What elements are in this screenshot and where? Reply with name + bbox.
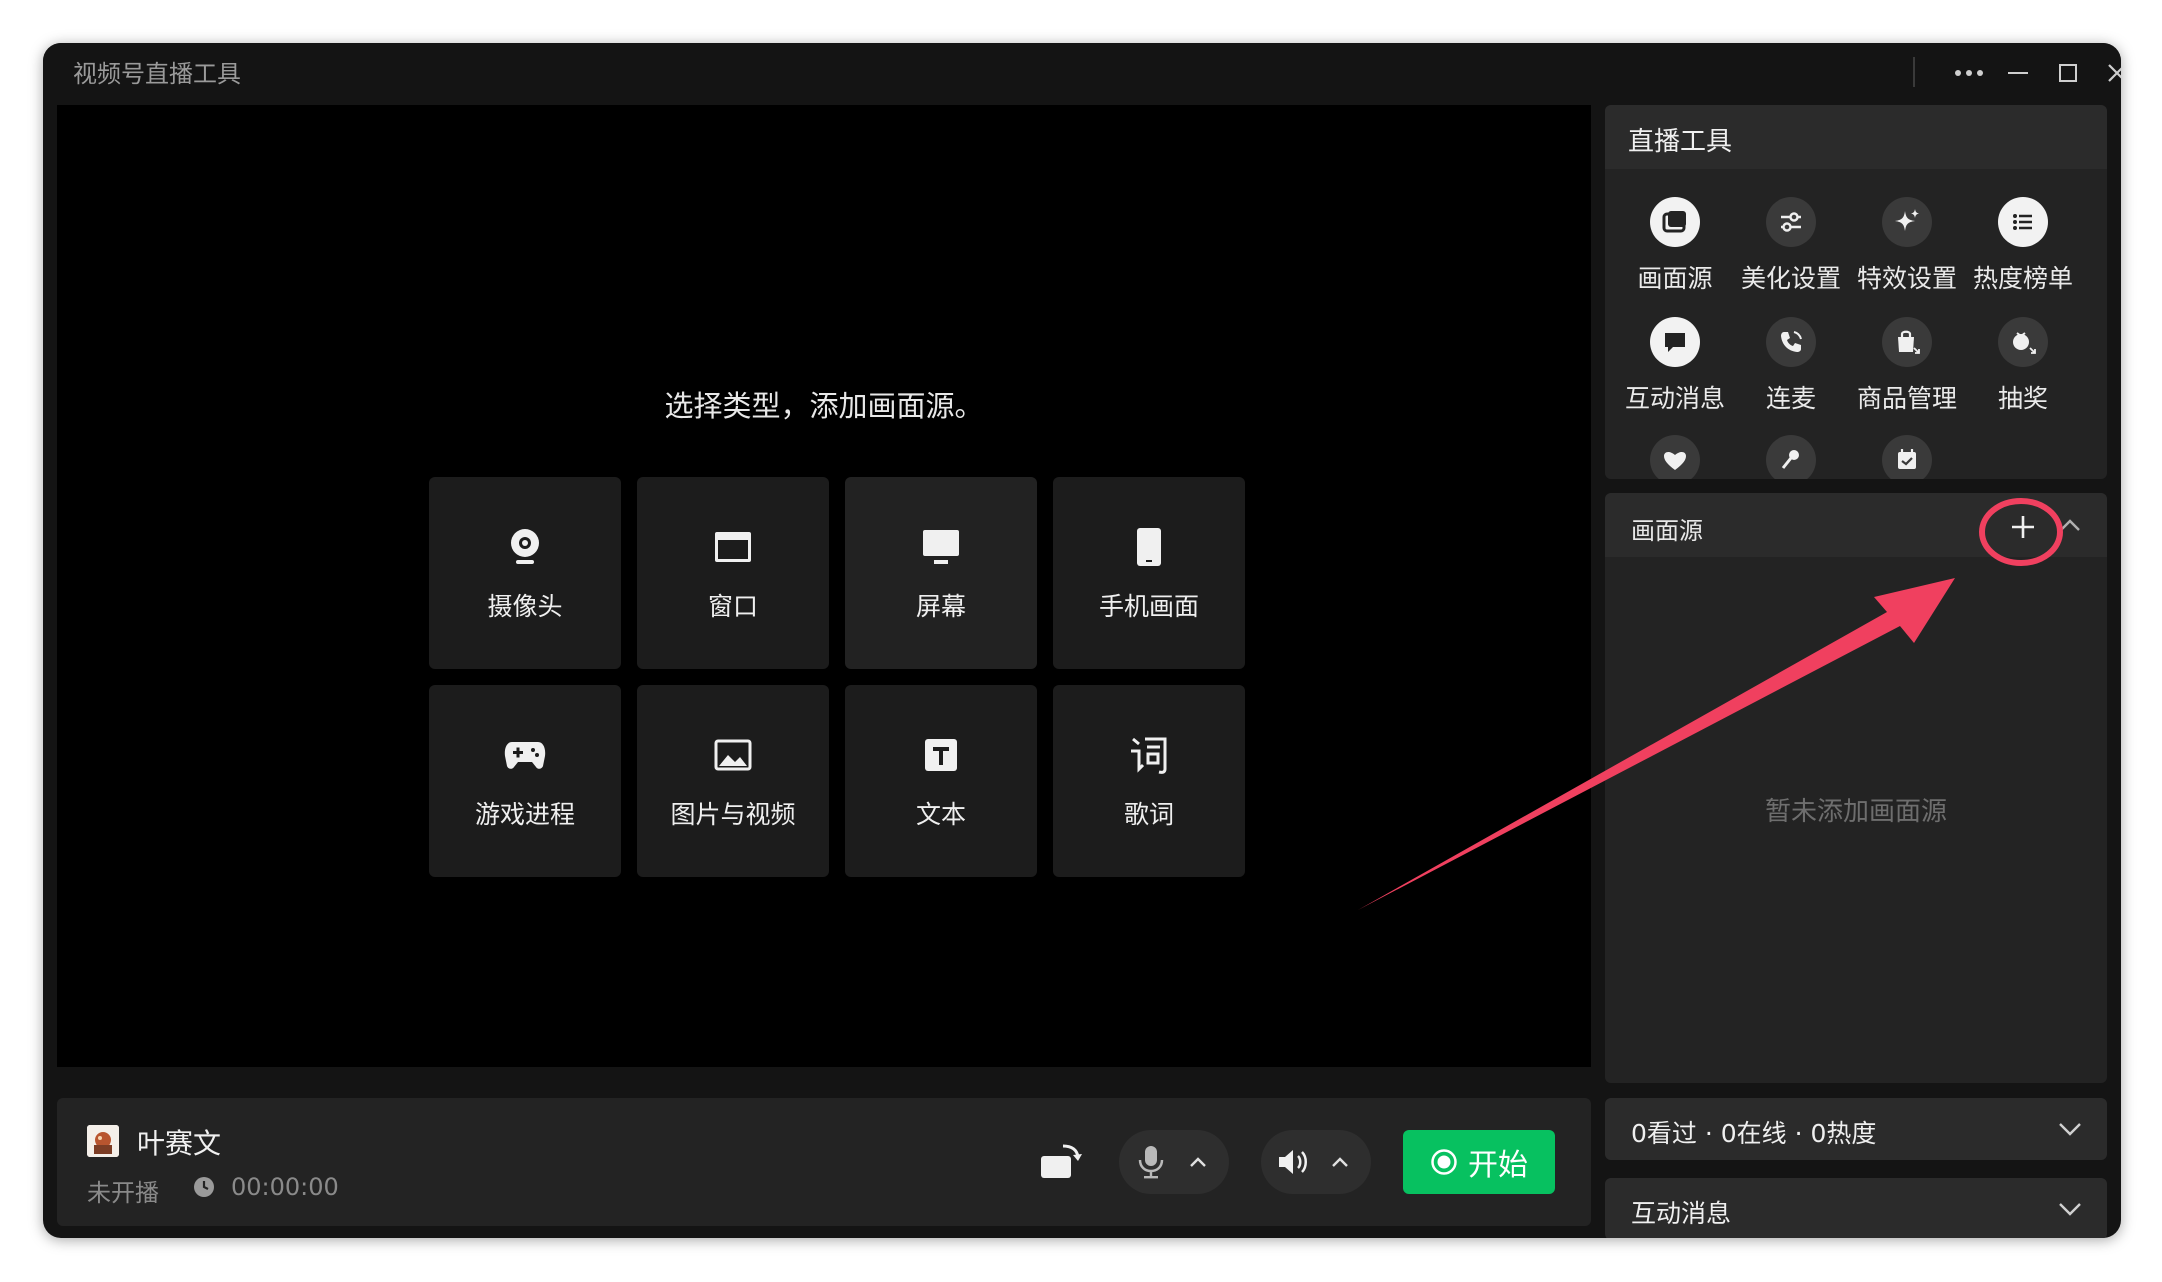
right-panel: 直播工具 画面源 美化设置 特效设置 热度榜单 互动消息 连麦 商品管理 抽奖 … [1605,105,2107,1238]
source-label: 游戏进程 [474,800,575,829]
add-source-button[interactable] [2003,507,2043,547]
source-label: 窗口 [707,592,758,621]
lyrics-icon [1053,733,1245,777]
title-divider [1913,57,1915,87]
tool-effects[interactable]: 特效设置 [1849,197,1965,303]
messages-title: 互动消息 [1631,1199,1732,1228]
source-panel-header: 画面源 [1605,493,2107,557]
close-icon[interactable] [2095,53,2121,93]
chevron-up-icon[interactable] [1187,1152,1209,1176]
heart-icon [1650,435,1700,479]
minimize-icon[interactable] [1996,53,2040,93]
speaker-icon [1275,1144,1311,1184]
chevron-up-icon [2060,519,2080,531]
tool-messages[interactable]: 互动消息 [1617,317,1733,423]
lottery-icon [1998,317,2048,367]
speaker-control[interactable] [1261,1130,1371,1194]
live-tools-panel: 直播工具 画面源 美化设置 特效设置 热度榜单 互动消息 连麦 商品管理 抽奖 [1605,105,2107,479]
microphone-icon [1133,1144,1169,1184]
source-empty-text: 暂未添加画面源 [1764,797,1947,827]
window-icon [637,525,829,569]
sparkle-icon [1882,197,1932,247]
streamer-name: 叶赛文 [137,1127,222,1160]
source-label: 歌词 [1123,800,1174,829]
app-window: 视频号直播工具 选择类型，添加画面源。 摄像头 窗口 屏幕 手机画面 游戏进程 … [43,43,2121,1238]
source-label: 手机画面 [1098,592,1199,621]
source-phone-button[interactable]: 手机画面 [1053,477,1245,669]
source-icon [1650,197,1700,247]
messages-bar[interactable]: 互动消息 [1605,1178,2107,1238]
source-panel: 画面源 暂未添加画面源 [1605,493,2107,1083]
window-title: 视频号直播工具 [73,60,241,88]
source-window-button[interactable]: 窗口 [637,477,829,669]
source-label: 文本 [915,800,966,829]
shopping-bag-icon [1882,317,1932,367]
source-screen-button[interactable]: 屏幕 [845,477,1037,669]
collapse-source-button[interactable] [2055,511,2085,541]
tools-title: 直播工具 [1628,127,1733,157]
monitor-icon [845,525,1037,569]
tool-schedule[interactable] [1849,435,1965,479]
source-lyrics-button[interactable]: 歌词 [1053,685,1245,877]
chevron-down-icon [2057,1198,2083,1224]
tool-beauty[interactable]: 美化设置 [1733,197,1849,303]
phone-call-icon [1766,317,1816,367]
clock-icon [193,1176,215,1202]
live-timer: 00:00:00 [231,1173,339,1201]
source-label: 屏幕 [915,592,966,621]
tool-products[interactable]: 商品管理 [1849,317,1965,423]
tool-source[interactable]: 画面源 [1617,197,1733,303]
text-icon [845,733,1037,777]
sliders-icon [1766,197,1816,247]
tool-label: 热度榜单 [1972,264,2073,293]
stats-bar[interactable]: 0看过 · 0在线 · 0热度 [1605,1098,2107,1160]
preview-area: 选择类型，添加画面源。 摄像头 窗口 屏幕 手机画面 游戏进程 图片与视频 文本… [57,105,1591,1067]
chevron-up-icon[interactable] [1329,1152,1351,1176]
gamepad-icon [429,733,621,777]
phone-icon [1053,525,1245,569]
bottom-bar: 叶赛文 未开播 00:00:00 开始 [57,1098,1591,1226]
record-icon [1431,1149,1457,1175]
chat-icon [1650,317,1700,367]
avatar[interactable] [87,1125,119,1157]
rotate-screen-button[interactable] [1039,1142,1085,1182]
source-label: 摄像头 [487,592,563,621]
plus-icon [2012,516,2034,538]
image-icon [637,733,829,777]
camera-icon [429,525,621,569]
list-icon [1998,197,2048,247]
tool-karaoke[interactable] [1733,435,1849,479]
title-bar: 视频号直播工具 [43,43,2121,105]
source-game-button[interactable]: 游戏进程 [429,685,621,877]
source-media-button[interactable]: 图片与视频 [637,685,829,877]
chevron-down-icon [2057,1118,2083,1144]
calendar-icon [1882,435,1932,479]
source-type-grid: 摄像头 窗口 屏幕 手机画面 游戏进程 图片与视频 文本 歌词 [429,477,1249,877]
start-live-button[interactable]: 开始 [1403,1130,1555,1194]
stats-text: 0看过 · 0在线 · 0热度 [1631,1119,1877,1148]
tools-header: 直播工具 [1605,105,2107,169]
source-label: 图片与视频 [670,800,796,829]
microphone-control[interactable] [1119,1130,1229,1194]
start-label: 开始 [1468,1148,1528,1183]
live-status: 未开播 [87,1179,159,1207]
tool-lottery[interactable]: 抽奖 [1965,317,2081,423]
tool-ranking[interactable]: 热度榜单 [1965,197,2081,303]
source-text-button[interactable]: 文本 [845,685,1037,877]
source-panel-title: 画面源 [1631,517,1703,545]
microphone-icon [1766,435,1816,479]
source-camera-button[interactable]: 摄像头 [429,477,621,669]
more-icon[interactable] [1947,53,1991,93]
tool-label: 抽奖 [1997,384,2048,413]
tool-likes[interactable] [1617,435,1733,479]
preview-prompt: 选择类型，添加画面源。 [664,389,984,423]
tool-co-host[interactable]: 连麦 [1733,317,1849,423]
rotate-icon [1041,1144,1082,1178]
maximize-icon[interactable] [2046,53,2090,93]
